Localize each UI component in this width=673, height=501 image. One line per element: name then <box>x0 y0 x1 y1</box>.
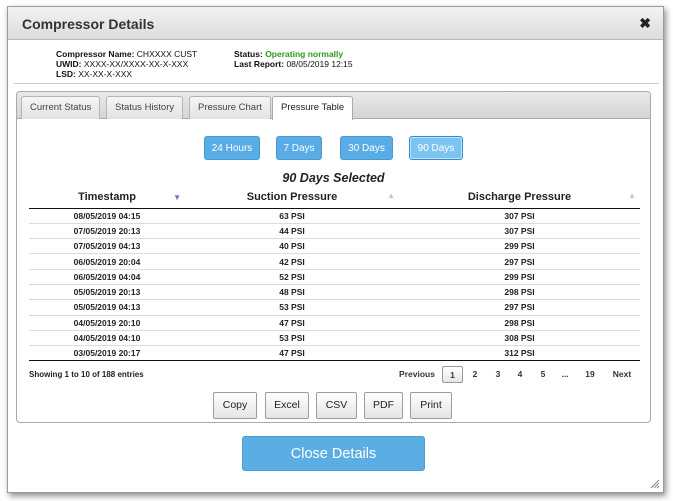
pagination-ellipsis: ... <box>561 369 569 379</box>
column-header-label: Suction Pressure <box>246 190 338 203</box>
copy-button[interactable]: Copy <box>213 392 257 419</box>
suction-pressure-cell: 53 PSI <box>185 330 399 347</box>
divider <box>14 83 659 84</box>
sort-both-icon: ▲ <box>628 191 636 200</box>
status-label: Status: <box>234 49 263 59</box>
discharge-pressure-cell: 312 PSI <box>399 345 640 362</box>
csv-button[interactable]: CSV <box>316 392 357 419</box>
column-header-label: Discharge Pressure <box>467 190 572 203</box>
tab-strip: Current Status Status History Pressure C… <box>17 92 650 120</box>
pagination-previous[interactable]: Previous <box>398 366 436 383</box>
timestamp-cell: 04/05/2019 20:10 <box>29 315 185 331</box>
timestamp-cell: 05/05/2019 20:13 <box>29 284 185 301</box>
suction-pressure-cell: 47 PSI <box>185 315 399 331</box>
timestamp-cell: 03/05/2019 20:17 <box>29 345 185 362</box>
range-30-days-button[interactable]: 30 Days <box>340 136 393 160</box>
table-row: 05/05/2019 04:13 53 PSI 297 PSI <box>29 299 640 316</box>
suction-pressure-cell: 42 PSI <box>185 253 399 270</box>
discharge-pressure-cell: 307 PSI <box>399 223 640 240</box>
pagination-page-4[interactable]: 4 <box>512 366 528 383</box>
column-header-label: Timestamp <box>78 190 136 203</box>
range-90-days-button[interactable]: 90 Days <box>409 136 463 160</box>
table-row: 05/05/2019 20:13 48 PSI 298 PSI <box>29 284 640 301</box>
timestamp-cell: 08/05/2019 04:15 <box>29 208 185 224</box>
status-value: Operating normally <box>265 49 344 59</box>
pressure-table: Timestamp ▼ Suction Pressure ▲ Discharge… <box>29 186 640 362</box>
table-row: 04/05/2019 20:10 47 PSI 298 PSI <box>29 315 640 331</box>
pdf-button[interactable]: PDF <box>364 392 403 419</box>
table-row: 06/05/2019 20:04 42 PSI 297 PSI <box>29 253 640 270</box>
compressor-info-left: Compressor Name: CHXXXX CUST UWID: XXXX-… <box>56 49 197 79</box>
pagination-page-19[interactable]: 19 <box>580 366 600 383</box>
suction-pressure-cell: 53 PSI <box>185 299 399 316</box>
table-row: 07/05/2019 04:13 40 PSI 299 PSI <box>29 238 640 255</box>
selected-range-label: 90 Days Selected <box>282 171 385 185</box>
dialog-titlebar: Compressor Details ✖ <box>8 7 663 40</box>
suction-pressure-cell: 47 PSI <box>185 345 399 362</box>
entries-info: Showing 1 to 10 of 188 entries <box>29 370 144 379</box>
suction-pressure-cell: 44 PSI <box>185 223 399 240</box>
column-header-discharge-pressure[interactable]: Discharge Pressure ▲ <box>399 186 640 209</box>
timestamp-cell: 07/05/2019 04:13 <box>29 238 185 255</box>
compressor-name-label: Compressor Name: <box>56 49 135 59</box>
tab-panel: Current Status Status History Pressure C… <box>16 91 651 423</box>
timestamp-cell: 06/05/2019 20:04 <box>29 253 185 270</box>
timestamp-cell: 04/05/2019 04:10 <box>29 330 185 347</box>
range-24-hours-button[interactable]: 24 Hours <box>204 136 260 160</box>
discharge-pressure-cell: 297 PSI <box>399 253 640 270</box>
sort-both-icon: ▲ <box>387 191 395 200</box>
pagination-page-2[interactable]: 2 <box>467 366 483 383</box>
pagination-next[interactable]: Next <box>609 366 635 383</box>
discharge-pressure-cell: 307 PSI <box>399 208 640 224</box>
close-details-button[interactable]: Close Details <box>242 436 425 471</box>
lsd-label: LSD: <box>56 69 76 79</box>
pagination-page-1[interactable]: 1 <box>442 366 463 383</box>
discharge-pressure-cell: 298 PSI <box>399 315 640 331</box>
uwid-label: UWID: <box>56 59 82 69</box>
dialog-title: Compressor Details <box>22 16 155 32</box>
discharge-pressure-cell: 308 PSI <box>399 330 640 347</box>
last-report-value: 08/05/2019 12:15 <box>286 59 353 69</box>
tab-pressure-chart[interactable]: Pressure Chart <box>189 96 271 119</box>
table-row: 06/05/2019 04:04 52 PSI 299 PSI <box>29 269 640 285</box>
lsd-value: XX-XX-X-XXX <box>78 69 133 79</box>
resize-grip-icon[interactable] <box>650 479 660 489</box>
timestamp-cell: 06/05/2019 04:04 <box>29 269 185 285</box>
compressor-name-value: CHXXXX CUST <box>136 49 198 59</box>
excel-button[interactable]: Excel <box>265 392 309 419</box>
table-row: 07/05/2019 20:13 44 PSI 307 PSI <box>29 223 640 240</box>
tab-pressure-table[interactable]: Pressure Table <box>272 96 354 120</box>
range-7-days-button[interactable]: 7 Days <box>276 136 322 160</box>
table-row: 08/05/2019 04:15 63 PSI 307 PSI <box>29 208 640 224</box>
tab-current-status[interactable]: Current Status <box>21 96 101 119</box>
timestamp-cell: 05/05/2019 04:13 <box>29 299 185 316</box>
close-icon[interactable]: ✖ <box>639 15 651 32</box>
tab-status-history[interactable]: Status History <box>106 96 184 119</box>
column-header-suction-pressure[interactable]: Suction Pressure ▲ <box>185 186 399 209</box>
discharge-pressure-cell: 298 PSI <box>399 284 640 301</box>
sort-desc-icon: ▼ <box>173 193 181 202</box>
table-row: 04/05/2019 04:10 53 PSI 308 PSI <box>29 330 640 347</box>
suction-pressure-cell: 48 PSI <box>185 284 399 301</box>
discharge-pressure-cell: 299 PSI <box>399 238 640 255</box>
pagination-page-5[interactable]: 5 <box>535 366 551 383</box>
suction-pressure-cell: 40 PSI <box>185 238 399 255</box>
compressor-details-dialog: Compressor Details ✖ Compressor Name: CH… <box>7 6 664 493</box>
discharge-pressure-cell: 299 PSI <box>399 269 640 285</box>
last-report-label: Last Report: <box>234 59 285 69</box>
suction-pressure-cell: 63 PSI <box>185 208 399 224</box>
compressor-info-right: Status: Operating normally Last Report: … <box>234 49 353 69</box>
column-header-timestamp[interactable]: Timestamp ▼ <box>29 186 185 209</box>
print-button[interactable]: Print <box>410 392 452 419</box>
discharge-pressure-cell: 297 PSI <box>399 299 640 316</box>
table-row: 03/05/2019 20:17 47 PSI 312 PSI <box>29 345 640 362</box>
timestamp-cell: 07/05/2019 20:13 <box>29 223 185 240</box>
suction-pressure-cell: 52 PSI <box>185 269 399 285</box>
uwid-value: XXXX-XX/XXXX-XX-X-XXX <box>83 59 189 69</box>
pagination-page-3[interactable]: 3 <box>490 366 506 383</box>
